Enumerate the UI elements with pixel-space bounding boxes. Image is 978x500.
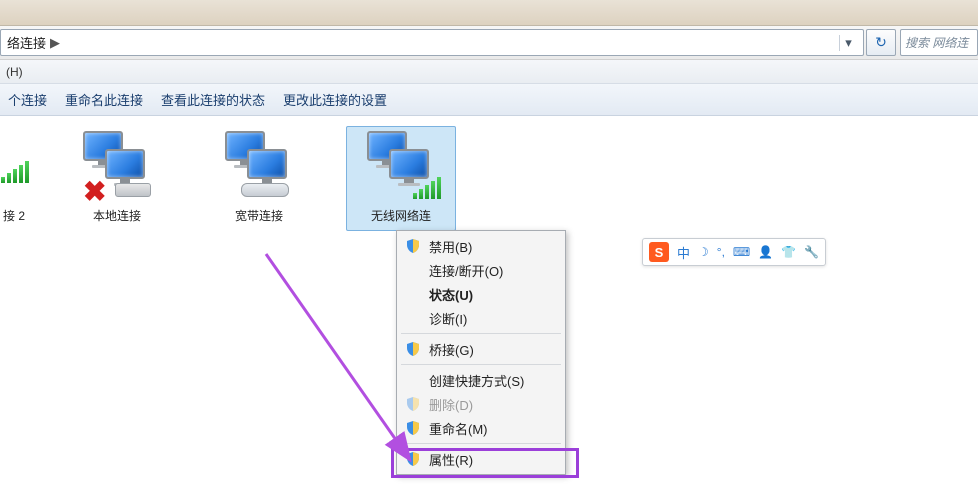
address-dropdown-icon[interactable]: ▾ (839, 35, 857, 51)
connection-item-selected[interactable]: 无线网络连 (346, 126, 456, 231)
context-menu-separator (401, 443, 561, 444)
toolbar: 个连接 重命名此连接 查看此连接的状态 更改此连接的设置 (0, 84, 978, 116)
shield-icon (405, 420, 421, 436)
ime-toolbar[interactable]: S 中 ☽ °, ⌨ 👤 👕 🔧 (642, 238, 826, 266)
menu-label: 禁用(B) (429, 237, 472, 256)
context-menu-item-delete: 删除(D) (399, 392, 563, 416)
address-row: 络连接 ▶ ▾ ↻ 搜索 网络连 (0, 26, 978, 60)
signal-icon (413, 177, 441, 199)
moon-icon[interactable]: ☽ (698, 245, 709, 259)
x-icon: ✖ (83, 175, 106, 208)
cable-icon (115, 183, 151, 197)
shield-icon (405, 451, 421, 467)
refresh-button[interactable]: ↻ (866, 29, 896, 56)
connection-label: 本地连接 (93, 207, 141, 224)
menu-help[interactable]: (H) (6, 65, 23, 79)
breadcrumb: 络连接 (7, 33, 46, 52)
context-menu-item-properties[interactable]: 属性(R) (399, 447, 563, 471)
context-menu-item-connect[interactable]: 连接/断开(O) (399, 258, 563, 282)
breadcrumb-arrow-icon: ▶ (50, 35, 60, 51)
keyboard-icon[interactable]: ⌨ (733, 245, 750, 259)
connections-row: 接 2 ✖ 本地连接 宽带连接 (0, 126, 978, 231)
person-icon[interactable]: 👤 (758, 245, 773, 259)
shield-icon (405, 396, 421, 412)
wrench-icon[interactable]: 🔧 (804, 245, 819, 259)
menu-label: 创建快捷方式(S) (429, 371, 524, 390)
connection-item[interactable]: 宽带连接 (204, 126, 314, 231)
menu-label: 诊断(I) (429, 309, 467, 328)
context-menu-item-rename[interactable]: 重命名(M) (399, 416, 563, 440)
window-chrome (0, 0, 978, 26)
modem-icon (241, 183, 289, 197)
toolbar-item[interactable]: 查看此连接的状态 (161, 90, 265, 109)
refresh-icon: ↻ (875, 34, 887, 51)
connection-icon (219, 131, 299, 201)
context-menu-item-disable[interactable]: 禁用(B) (399, 234, 563, 258)
connection-icon (361, 131, 441, 201)
context-menu-item-status[interactable]: 状态(U) (399, 282, 563, 306)
menu-label: 状态(U) (429, 285, 473, 304)
menu-label: 属性(R) (429, 450, 473, 469)
sogou-logo-icon[interactable]: S (649, 242, 669, 262)
shield-icon (405, 238, 421, 254)
context-menu-separator (401, 333, 561, 334)
menu-bar: (H) (0, 60, 978, 84)
context-menu: 禁用(B) 连接/断开(O) 状态(U) 诊断(I) 桥接(G) 创建快捷方式(… (396, 230, 566, 475)
context-menu-item-bridge[interactable]: 桥接(G) (399, 337, 563, 361)
menu-label: 重命名(M) (429, 419, 488, 438)
menu-label: 桥接(G) (429, 340, 474, 359)
connection-icon: ✖ (77, 131, 157, 201)
context-menu-separator (401, 364, 561, 365)
search-input[interactable]: 搜索 网络连 (900, 29, 978, 56)
search-placeholder: 搜索 网络连 (905, 34, 968, 51)
connection-label: 宽带连接 (235, 207, 283, 224)
punct-icon[interactable]: °, (717, 245, 725, 259)
toolbar-item[interactable]: 个连接 (8, 90, 47, 109)
connection-item[interactable]: 接 2 (0, 126, 30, 231)
toolbar-item[interactable]: 更改此连接的设置 (283, 90, 387, 109)
connection-label: 接 2 (3, 207, 25, 224)
context-menu-item-diagnose[interactable]: 诊断(I) (399, 306, 563, 330)
connection-icon (3, 131, 29, 201)
menu-label: 删除(D) (429, 395, 473, 414)
shirt-icon[interactable]: 👕 (781, 245, 796, 259)
shield-icon (405, 341, 421, 357)
toolbar-item[interactable]: 重命名此连接 (65, 90, 143, 109)
menu-label: 连接/断开(O) (429, 261, 503, 280)
address-bar[interactable]: 络连接 ▶ ▾ (0, 29, 864, 56)
ime-lang-button[interactable]: 中 (677, 243, 690, 262)
connection-label: 无线网络连 (371, 207, 431, 224)
context-menu-item-shortcut[interactable]: 创建快捷方式(S) (399, 368, 563, 392)
connection-item[interactable]: ✖ 本地连接 (62, 126, 172, 231)
